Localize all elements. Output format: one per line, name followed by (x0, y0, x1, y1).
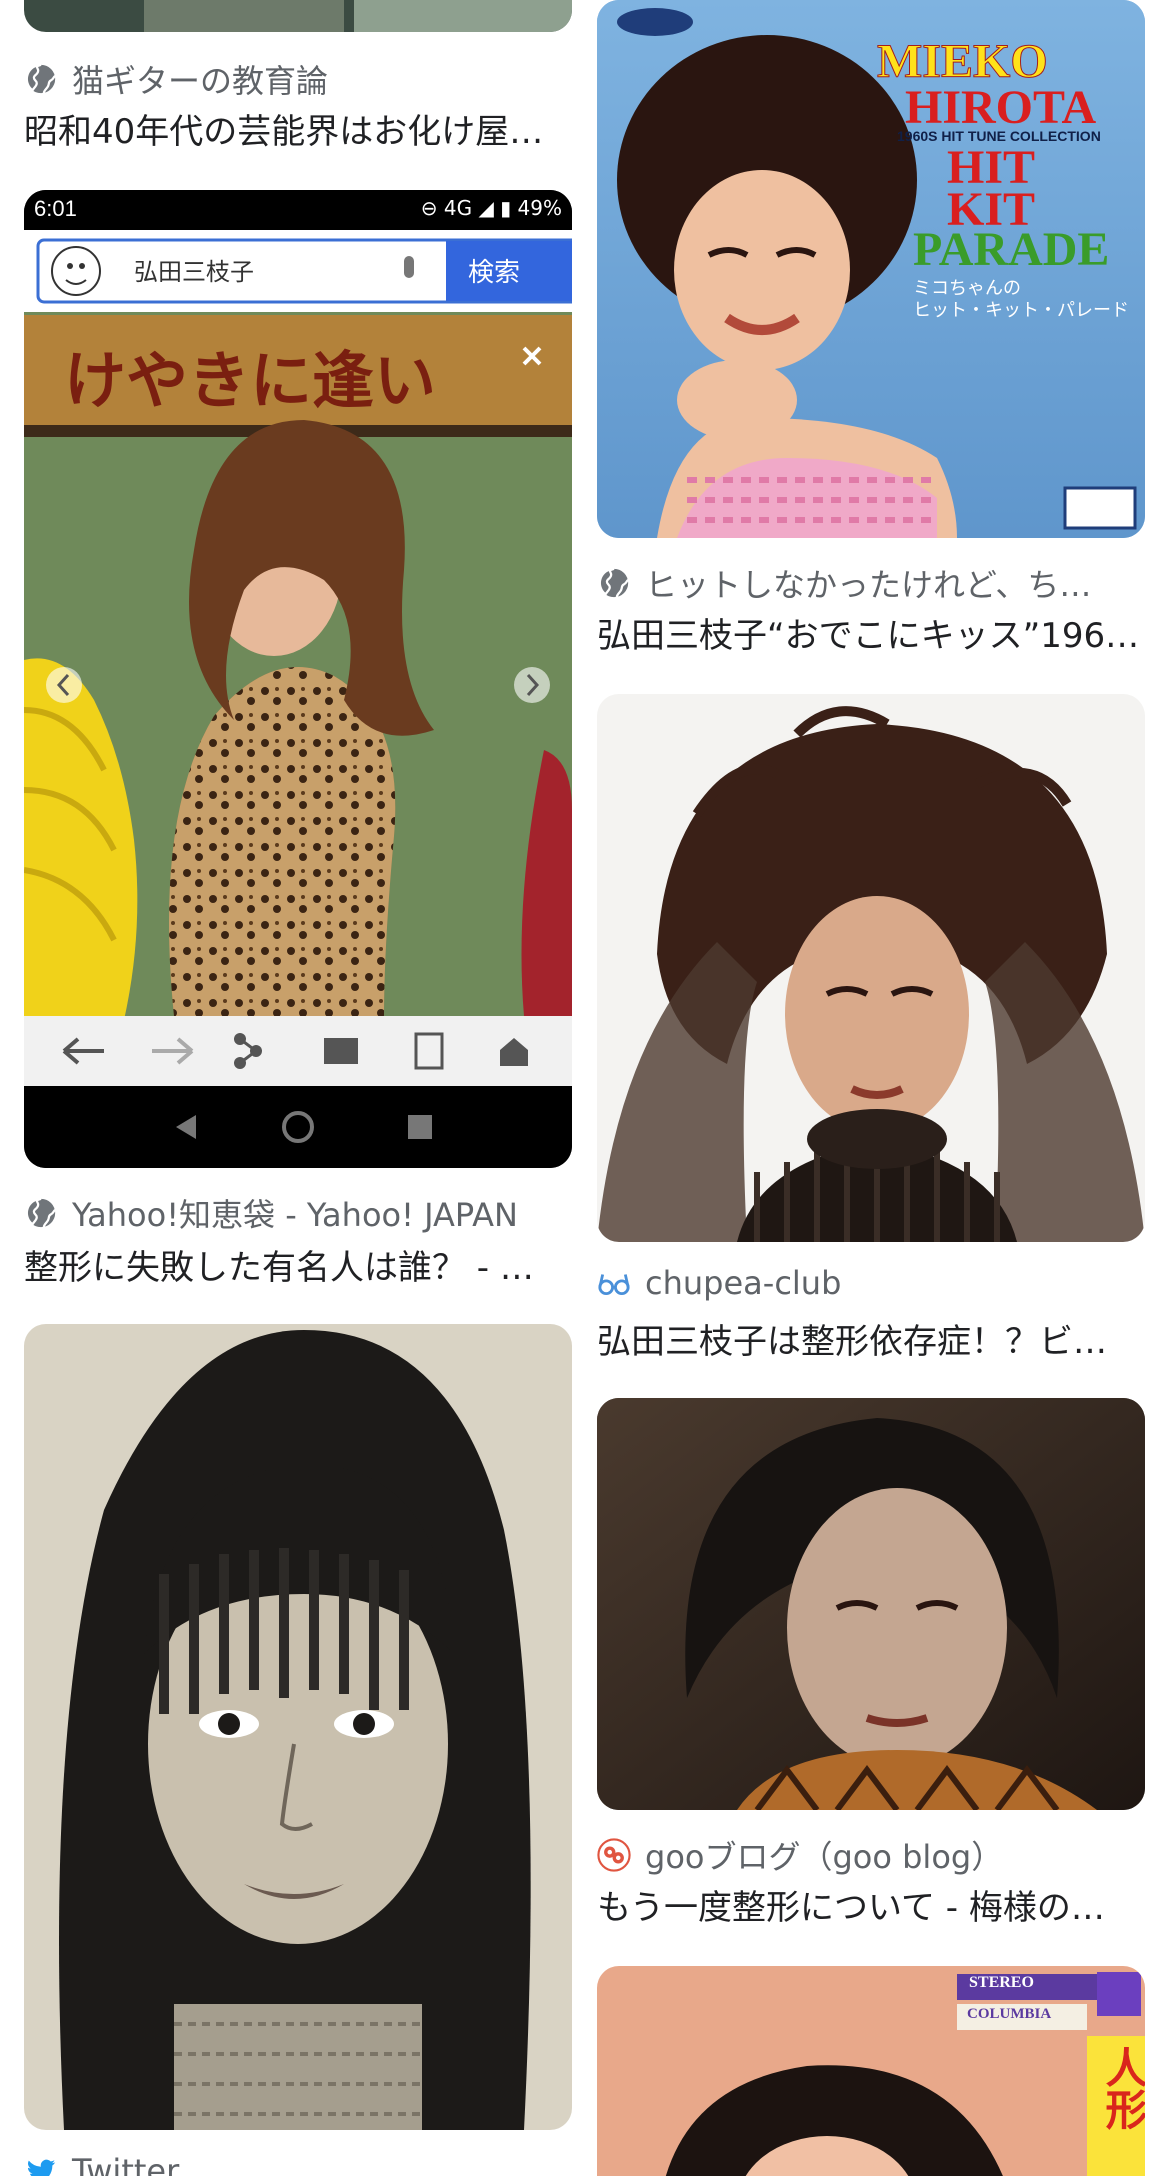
result-title[interactable]: 昭和40年代の芸能界はお化け屋… (24, 104, 572, 153)
goo-blog-icon (597, 1838, 631, 1872)
album-title-line-6: PARADE (913, 223, 1110, 276)
result-image-cropped-top-left[interactable] (24, 0, 572, 32)
result-source-label: gooブログ（goo blog） (645, 1838, 1004, 1876)
result-image-older-woman[interactable] (597, 1398, 1145, 1810)
album-vertical-title: 人形 (1099, 2046, 1145, 2130)
embedded-status-time: 6:01 (34, 196, 77, 221)
result-image-yahoo-screenshot[interactable]: 6:01 ⊖ 4G ◢ ▮ 49% 弘田三枝子 検索 けやきに逢い (24, 190, 572, 1168)
result-source-label: ヒットしなかったけれど、ち… (645, 566, 1092, 604)
album-title-line-2: HIROTA (905, 81, 1097, 134)
embedded-search-button: 検索 (468, 258, 521, 288)
result-source-row[interactable]: chupea-club (597, 1264, 841, 1302)
result-title[interactable]: もう一度整形について - 梅様の… (597, 1880, 1145, 1929)
result-source-label: Twitter (72, 2152, 180, 2176)
result-source-row[interactable]: Twitter (24, 2152, 179, 2176)
result-image-bw-portrait[interactable] (24, 1324, 572, 2130)
image-results-page: 猫ギターの教育論 昭和40年代の芸能界はお化け屋… 6:01 ⊖ 4G ◢ ▮ … (0, 0, 1170, 2176)
globe-icon (597, 566, 631, 600)
glasses-icon (597, 1266, 631, 1300)
result-title[interactable]: 弘田三枝子は整形依存症！？ビ… (597, 1314, 1145, 1363)
result-source-row[interactable]: Yahoo!知恵袋 - Yahoo! JAPAN (24, 1190, 518, 1236)
result-image-bighair-portrait[interactable] (597, 694, 1145, 1242)
result-source-label: 猫ギターの教育論 (72, 62, 329, 100)
result-source-label: Yahoo!知恵袋 - Yahoo! JAPAN (72, 1196, 518, 1234)
result-source-row[interactable]: gooブログ（goo blog） (597, 1832, 1003, 1878)
result-source-row[interactable]: 猫ギターの教育論 (24, 56, 328, 102)
result-image-album-cover[interactable]: MIEKO HIROTA 1960S HIT TUNE COLLECTION H… (597, 0, 1145, 538)
result-title[interactable]: 整形に失敗した有名人は誰？ - … (24, 1240, 572, 1289)
globe-icon (24, 62, 58, 96)
result-title[interactable]: 弘田三枝子“おでこにキッス”196… (597, 608, 1145, 657)
embedded-status-right: ⊖ 4G ◢ ▮ 49% (420, 196, 562, 220)
album-stereo-label: STEREO (969, 1974, 1034, 1991)
album-japanese-sub-2: ヒット・キット・パレード (913, 300, 1129, 321)
embedded-banner-text: けやきに逢い (64, 344, 437, 417)
twitter-bird-icon (24, 2154, 58, 2176)
globe-icon (24, 1196, 58, 1230)
result-source-label: chupea-club (645, 1264, 842, 1302)
result-image-album-cover-cropped-bottom[interactable]: STEREO COLUMBIA 人形 (597, 1966, 1145, 2176)
result-source-row[interactable]: ヒットしなかったけれど、ち… (597, 560, 1091, 606)
embedded-search-query: 弘田三枝子 (134, 258, 254, 286)
album-label-brand: COLUMBIA (967, 2006, 1052, 2022)
